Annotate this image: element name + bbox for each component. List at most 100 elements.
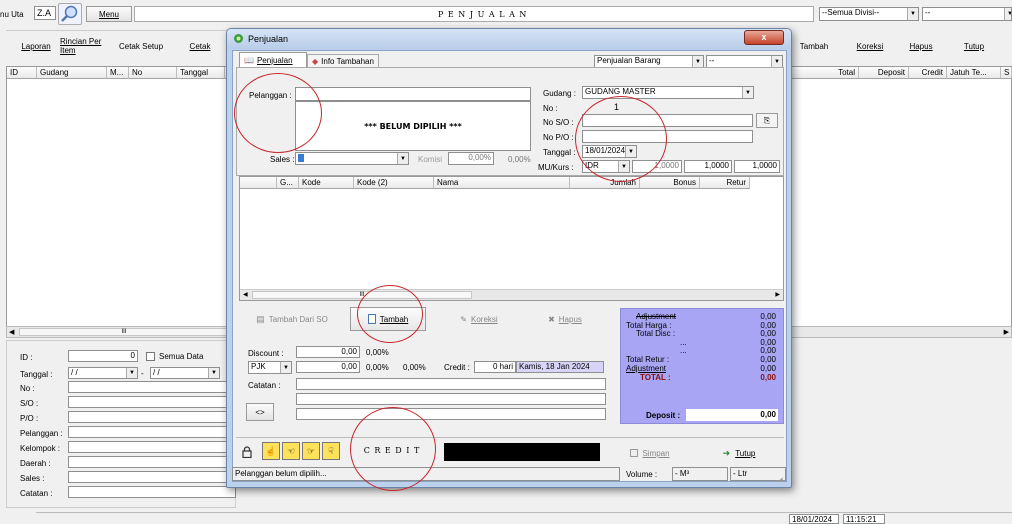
col-retur[interactable]: Retur [700, 177, 750, 189]
col-total[interactable]: Total [791, 67, 859, 79]
toolbar-line-left [6, 30, 236, 31]
chevron-down-icon: ▼ [280, 362, 291, 373]
kurs-input-3[interactable]: 1,0000 [734, 160, 780, 173]
komisi-pct-input[interactable]: 0,00% [448, 152, 494, 165]
filter-po-input[interactable] [68, 411, 236, 423]
pjk-input[interactable]: 0,00 [296, 361, 360, 373]
tutup-button[interactable]: ➜ Tutup [698, 442, 780, 464]
filter-id-input[interactable]: 0 [68, 350, 138, 362]
scroll-left-icon[interactable]: ◀ [9, 328, 14, 336]
filter-sales-input[interactable] [68, 471, 236, 483]
catatan-input-2[interactable] [296, 393, 606, 405]
items-grid[interactable] [239, 176, 784, 301]
items-scrollbar[interactable]: ◀ III ▶ [240, 289, 783, 300]
credit-due-date[interactable]: Kamis, 18 Jan 2024 [516, 361, 604, 373]
rincian-button[interactable]: Rincian Per Item [60, 36, 112, 56]
col-jatuh-tempo[interactable]: Jatuh Te... [947, 67, 1001, 79]
discount-input[interactable]: 0,00 [296, 346, 360, 358]
col-g[interactable]: G... [277, 177, 299, 189]
exit-icon: ➜ [722, 447, 731, 458]
annotation-circle-credit [350, 407, 436, 491]
col-no[interactable]: No [129, 67, 177, 79]
col-kode2[interactable]: Kode (2) [354, 177, 434, 189]
col-id[interactable]: ID [7, 67, 37, 79]
filter-pelanggan-input[interactable] [68, 426, 236, 438]
scroll-right-icon[interactable]: ▶ [775, 291, 780, 298]
hapus-button[interactable]: ✖ Hapus [530, 308, 600, 330]
kurs-input-2[interactable]: 1,0000 [684, 160, 732, 173]
scroll-right-icon[interactable]: ▶ [1004, 328, 1009, 336]
col-deposit[interactable]: Deposit [859, 67, 909, 79]
col-kode[interactable]: Kode [299, 177, 354, 189]
hand-button-4[interactable]: ☟ [322, 442, 340, 460]
col-bonus[interactable]: Bonus [640, 177, 700, 189]
semua-data-checkbox[interactable] [146, 352, 155, 361]
laporan-button[interactable]: Laporan [16, 36, 56, 56]
filter-no-input[interactable] [68, 381, 236, 393]
filter-date-from[interactable]: / / ▼ [68, 367, 138, 379]
tambah-dari-so-button[interactable]: ▤ Tambah Dari SO [243, 308, 341, 330]
filter-date-to[interactable]: / / ▼ [150, 367, 220, 379]
col-s[interactable]: S [1001, 67, 1012, 79]
dialog-titlebar[interactable] [227, 29, 791, 49]
filter-daerah-label: Daerah : [20, 459, 51, 468]
menu-button[interactable]: Menu [86, 6, 132, 22]
annotation-circle-gudang-info [575, 96, 667, 182]
credit-black-bar [444, 443, 600, 461]
horizontal-scrollbar-right[interactable]: ▶ [790, 326, 1012, 338]
deposit-input[interactable]: 0,00 [686, 409, 778, 421]
pelanggan-input[interactable] [295, 87, 531, 101]
hand-button-3[interactable]: ☞ [302, 442, 320, 460]
close-button[interactable]: x [744, 30, 784, 45]
scroll-thumb[interactable]: III [19, 328, 229, 336]
col-gudang[interactable]: Gudang [37, 67, 107, 79]
lock-icon[interactable] [242, 446, 252, 459]
expand-button[interactable]: <> [246, 403, 274, 421]
scroll-left-icon[interactable]: ◀ [243, 291, 248, 298]
divisi-sub-select[interactable]: --▼ [922, 7, 1012, 21]
search-icon[interactable] [58, 3, 82, 25]
tutup-bg-button[interactable]: Tutup [955, 36, 993, 56]
credit-days-input[interactable]: 0 hari [474, 361, 516, 373]
list-grid-right[interactable] [790, 66, 1012, 328]
filter-kelompok-input[interactable] [68, 441, 236, 453]
hand-button-1[interactable]: ☝ [262, 442, 280, 460]
divisi-select[interactable]: --Semua Divisi-- ▼ [819, 7, 919, 21]
pjk-select[interactable]: PJK ▼ [248, 361, 292, 374]
cetak-button[interactable]: Cetak [180, 36, 220, 56]
chevron-down-icon: ▼ [907, 8, 918, 20]
tambah-bg-button[interactable]: Tambah [795, 36, 833, 56]
filter-kelompok-label: Kelompok : [20, 444, 61, 453]
hand-button-2[interactable]: ☜ [282, 442, 300, 460]
volume-label: Volume : [626, 470, 658, 479]
grid-header-left: ID Gudang M... No Tanggal P [7, 67, 235, 79]
koreksi-button[interactable]: ✎ Koreksi [444, 308, 514, 330]
chevron-down-icon: ▼ [126, 368, 137, 378]
lookup-so-icon[interactable]: ⎘ [756, 113, 778, 128]
tab-penjualan[interactable]: 📖 Penjualan [239, 52, 307, 67]
sales-select[interactable]: ▼ [295, 152, 409, 165]
za-box[interactable]: Z.A [34, 6, 56, 20]
cetak-setup-button[interactable]: Cetak Setup [116, 36, 166, 56]
filter-daerah-input[interactable] [68, 456, 236, 468]
catatan-input-3[interactable] [296, 408, 606, 420]
simpan-button[interactable]: Simpan [612, 442, 688, 464]
filter-catatan-input[interactable] [68, 486, 236, 498]
date-separator: - [141, 369, 144, 378]
filter-id-label: ID : [20, 353, 33, 362]
col-credit[interactable]: Credit [909, 67, 947, 79]
menu-utama-fragment[interactable]: nu Uta [0, 10, 24, 19]
komisi-pct2: 0,00% [508, 155, 531, 164]
resize-grip-icon[interactable]: ◢ [778, 476, 786, 484]
tab-info-tambahan[interactable]: ◆ Info Tambahan [307, 54, 379, 67]
col-nama[interactable]: Nama [434, 177, 570, 189]
col-tanggal[interactable]: Tanggal [177, 67, 225, 79]
horizontal-scrollbar-left[interactable]: ◀ III [6, 326, 236, 338]
catatan-input-1[interactable] [296, 378, 606, 390]
hapus-bg-button[interactable]: Hapus [902, 36, 940, 56]
sales-label: Sales : [270, 155, 295, 164]
list-grid-left[interactable] [6, 66, 236, 328]
filter-so-input[interactable] [68, 396, 236, 408]
col-m[interactable]: M... [107, 67, 129, 79]
koreksi-bg-button[interactable]: Koreksi [850, 36, 890, 56]
